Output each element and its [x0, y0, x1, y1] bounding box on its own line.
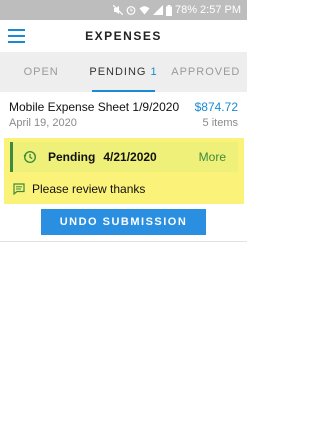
tab-open[interactable]: OPEN [0, 52, 82, 92]
app-header: EXPENSES [0, 20, 247, 52]
status-bar: 78% 2:57 PM [0, 0, 247, 20]
tab-label: APPROVED [171, 66, 241, 78]
pending-status-date: 4/21/2020 [103, 150, 157, 164]
expense-date: April 19, 2020 [9, 117, 77, 129]
expense-amount: $874.72 [194, 100, 238, 114]
status-tabs: OPEN PENDING 1 APPROVED [0, 52, 247, 92]
expense-sheet-card[interactable]: Mobile Expense Sheet 1/9/2020 $874.72 Ap… [0, 92, 247, 242]
signal-icon [153, 5, 163, 15]
comment-text: Please review thanks [32, 182, 146, 196]
pending-status-label: Pending [48, 150, 96, 164]
mute-icon [113, 5, 123, 15]
alarm-icon [126, 6, 136, 15]
tab-approved[interactable]: APPROVED [165, 52, 247, 92]
comment-icon [13, 183, 25, 195]
page-title: EXPENSES [85, 29, 162, 43]
hamburger-menu-icon[interactable] [8, 29, 25, 43]
comment-row: Please review thanks [13, 182, 145, 196]
expense-item-count: 5 items [202, 117, 238, 129]
pending-status-box: Pending 4/21/2020 More [10, 142, 238, 172]
tab-count-badge: 1 [150, 66, 158, 78]
tab-label: PENDING [89, 66, 147, 78]
battery-percent: 78% [175, 4, 198, 16]
wifi-icon [139, 6, 150, 15]
history-clock-icon [23, 150, 37, 164]
undo-submission-button[interactable]: UNDO SUBMISSION [41, 209, 206, 235]
tab-label: OPEN [23, 66, 59, 78]
clock-time: 2:57 PM [200, 4, 241, 16]
expense-sheet-title: Mobile Expense Sheet 1/9/2020 [9, 100, 180, 114]
tab-pending[interactable]: PENDING 1 [82, 52, 164, 92]
more-link[interactable]: More [199, 150, 226, 164]
battery-icon [166, 4, 172, 16]
